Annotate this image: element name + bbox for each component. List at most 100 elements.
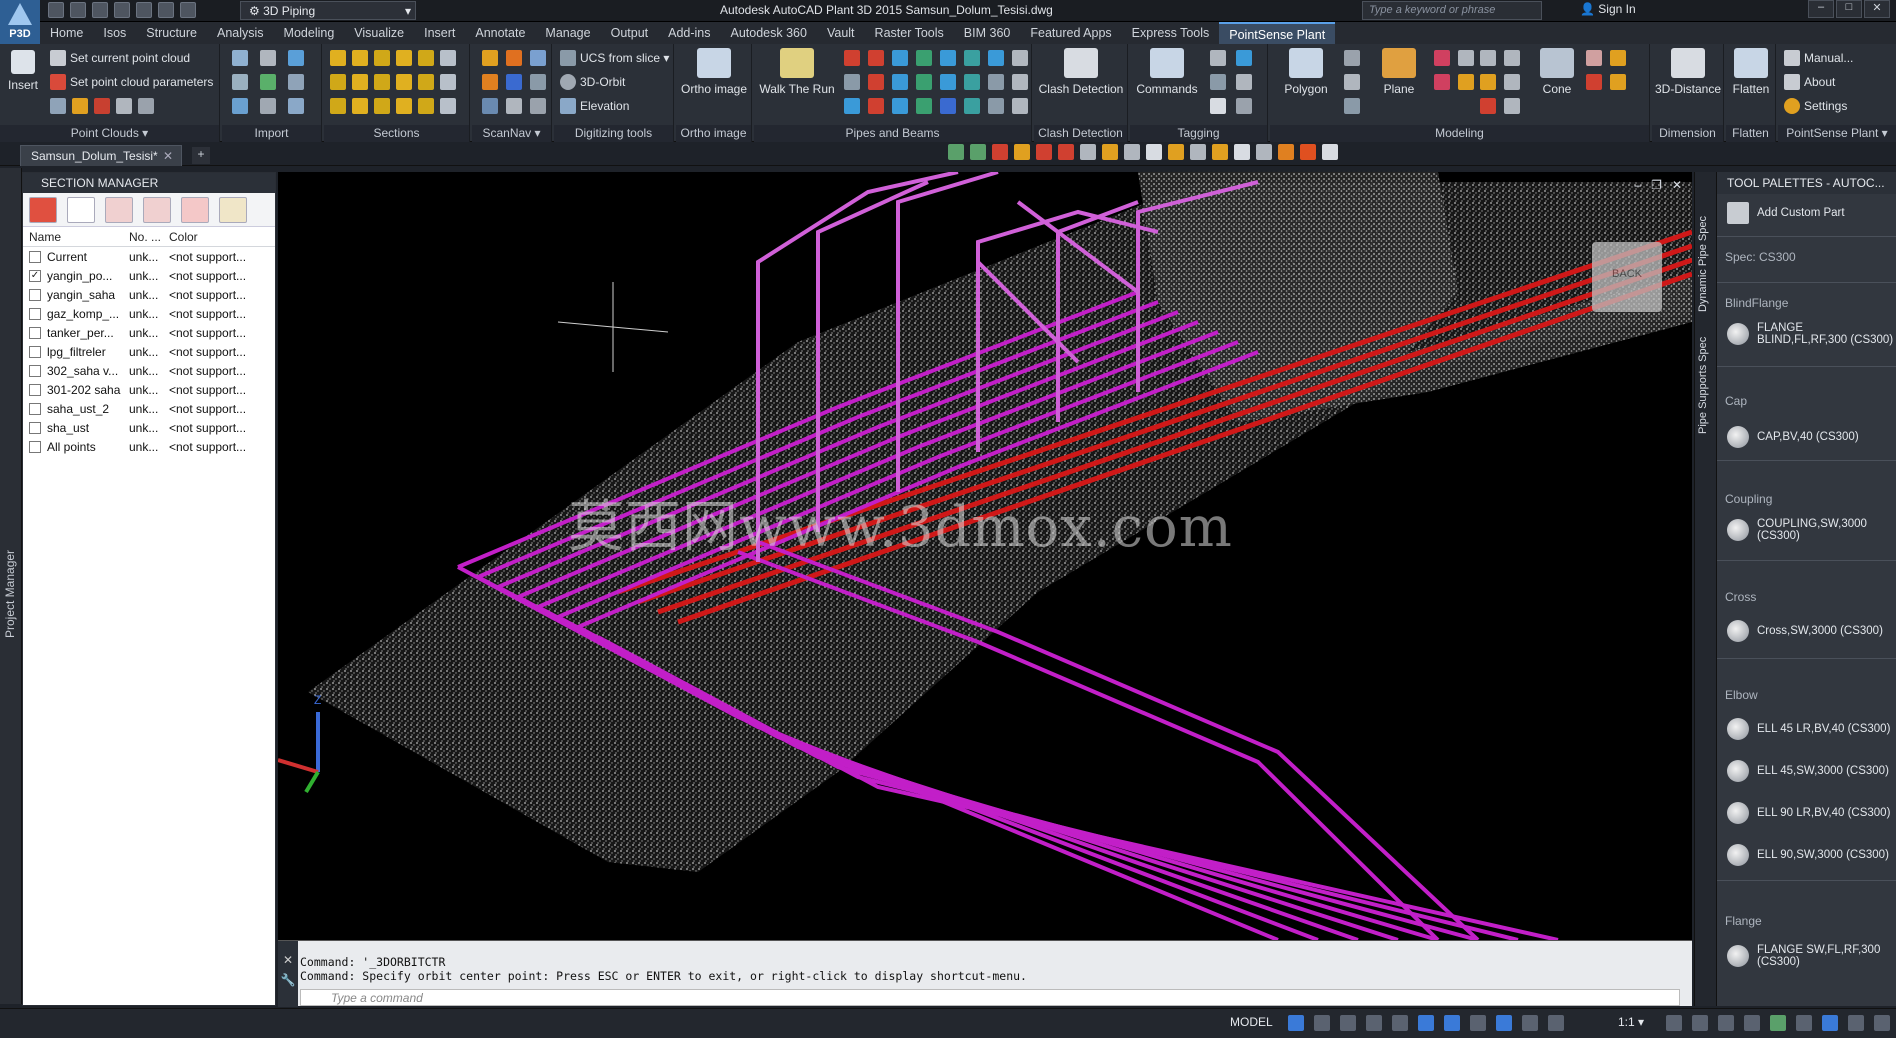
tab-vault[interactable]: Vault [817, 22, 865, 44]
view-tool-icon[interactable] [1256, 144, 1272, 160]
grid-icon[interactable] [1288, 1015, 1304, 1031]
view-tool-icon[interactable] [1212, 144, 1228, 160]
object-snap-tracking-icon[interactable] [1418, 1015, 1434, 1031]
import-icon[interactable] [260, 50, 276, 66]
lock-ui-icon[interactable] [1770, 1015, 1786, 1031]
cloud-tool-icon[interactable] [94, 98, 110, 114]
section-icon[interactable] [418, 74, 434, 90]
flatten-button[interactable]: Flatten [1726, 48, 1776, 96]
table-row[interactable]: ✓ yangin_po... unk... <not support... [23, 266, 275, 285]
row-checkbox[interactable]: ✓ [29, 269, 41, 282]
tag-icon[interactable] [1210, 74, 1226, 90]
view-tool-icon[interactable] [1080, 144, 1096, 160]
tab-add-ins[interactable]: Add-ins [658, 22, 720, 44]
section-icon[interactable] [352, 74, 368, 90]
view-tool-icon[interactable] [1300, 144, 1316, 160]
commands-button[interactable]: Commands [1132, 48, 1202, 96]
pipe-icon[interactable] [892, 50, 908, 66]
pipe-icon[interactable] [940, 98, 956, 114]
tag-icon[interactable] [1236, 74, 1252, 90]
walk-the-run-button[interactable]: Walk The Run [758, 48, 836, 96]
pipe-icon[interactable] [988, 74, 1004, 90]
palette-item-ell45-lr[interactable]: ELL 45 LR,BV,40 (CS300) [1727, 718, 1895, 740]
command-line-handle[interactable]: ✕ 🔧 [278, 941, 298, 1007]
palette-item-ell45-sw[interactable]: ELL 45,SW,3000 (CS300) [1727, 760, 1895, 782]
modeling-icon[interactable] [1458, 74, 1474, 90]
modeling-icon[interactable] [1480, 98, 1496, 114]
isodraft-icon[interactable] [1392, 1015, 1408, 1031]
cloud-tool-icon[interactable] [138, 98, 154, 114]
model-space-button[interactable]: MODEL [1230, 1015, 1273, 1029]
delete-section-icon[interactable] [181, 197, 209, 223]
pipe-icon[interactable] [844, 74, 860, 90]
clash-detection-button[interactable]: Clash Detection [1036, 48, 1126, 96]
lineweight-icon[interactable] [1470, 1015, 1486, 1031]
palette-item-flange-sw[interactable]: FLANGE SW,FL,RF,300 (CS300) [1727, 944, 1895, 968]
row-checkbox[interactable] [29, 421, 41, 434]
palette-item-cross[interactable]: Cross,SW,3000 (CS300) [1727, 620, 1895, 642]
close-icon[interactable]: ✕ [163, 149, 173, 163]
column-header[interactable]: No. ... [123, 230, 163, 244]
scannav-icon[interactable] [530, 74, 546, 90]
workspace-selector[interactable]: ⚙ 3D Piping ▾ [240, 1, 416, 20]
edit-section-icon[interactable] [105, 197, 133, 223]
workspace-icon[interactable] [1522, 1015, 1538, 1031]
view-tool-icon[interactable] [1058, 144, 1074, 160]
table-row[interactable]: 302_saha v... unk... <not support... [23, 361, 275, 380]
pipe-icon[interactable] [916, 50, 932, 66]
scannav-icon[interactable] [482, 98, 498, 114]
wrench-icon[interactable]: 🔧 [278, 973, 298, 987]
section-icon[interactable] [418, 98, 434, 114]
import-icon[interactable] [288, 50, 304, 66]
tab-express-tools[interactable]: Express Tools [1122, 22, 1220, 44]
view-tool-icon[interactable] [948, 144, 964, 160]
modeling-icon[interactable] [1458, 50, 1474, 66]
import-icon[interactable] [288, 98, 304, 114]
modeling-icon[interactable] [1504, 74, 1520, 90]
pipe-icon[interactable] [988, 98, 1004, 114]
modeling-icon[interactable] [1480, 74, 1496, 90]
pipe-icon[interactable] [892, 98, 908, 114]
import-icon[interactable] [260, 74, 276, 90]
add-custom-part-button[interactable]: Add Custom Part [1727, 202, 1895, 224]
pipe-icon[interactable] [868, 74, 884, 90]
section-icon[interactable] [352, 98, 368, 114]
row-checkbox[interactable] [29, 345, 41, 358]
clean-screen-icon[interactable] [1848, 1015, 1864, 1031]
tab-pipe-supports-spec[interactable]: Pipe Supports Spec [1697, 337, 1709, 434]
modeling-icon[interactable] [1610, 50, 1626, 66]
plus-icon[interactable] [1692, 1015, 1708, 1031]
table-row[interactable]: sha_ust unk... <not support... [23, 418, 275, 437]
table-row[interactable]: Current unk... <not support... [23, 247, 275, 266]
ortho-image-button[interactable]: Ortho image [678, 48, 750, 96]
panel-label[interactable]: ScanNav ▾ [472, 125, 551, 142]
row-checkbox[interactable] [29, 364, 41, 377]
minimize-button[interactable]: – [1808, 0, 1834, 18]
elevation-button[interactable]: Elevation [560, 98, 629, 114]
section-icon[interactable] [440, 50, 456, 66]
insert-button[interactable]: Insert [4, 50, 42, 92]
import-icon[interactable] [232, 98, 248, 114]
import-icon[interactable] [288, 74, 304, 90]
modeling-icon[interactable] [1480, 50, 1496, 66]
pipe-icon[interactable] [964, 74, 980, 90]
polar-icon[interactable] [1366, 1015, 1382, 1031]
palette-item-ell90-lr[interactable]: ELL 90 LR,BV,40 (CS300) [1727, 802, 1895, 824]
tab-analysis[interactable]: Analysis [207, 22, 274, 44]
cloud-tool-icon[interactable] [50, 98, 66, 114]
annotation-scale-icon[interactable] [1548, 1015, 1564, 1031]
manual-button[interactable]: Manual... [1784, 50, 1853, 66]
scannav-icon[interactable] [482, 50, 498, 66]
application-menu-button[interactable]: P3D [0, 0, 40, 44]
new-section-icon[interactable] [29, 197, 57, 223]
modeling-icon[interactable] [1586, 74, 1602, 90]
settings-icon[interactable] [1666, 1015, 1682, 1031]
modeling-icon[interactable] [1344, 50, 1360, 66]
object-snap-icon[interactable] [1444, 1015, 1460, 1031]
import-icon[interactable] [232, 74, 248, 90]
view-tool-icon[interactable] [1036, 144, 1052, 160]
pipe-icon[interactable] [892, 74, 908, 90]
new-tab-button[interactable]: + [192, 147, 210, 164]
tag-icon[interactable] [1210, 50, 1226, 66]
rename-section-icon[interactable] [143, 197, 171, 223]
